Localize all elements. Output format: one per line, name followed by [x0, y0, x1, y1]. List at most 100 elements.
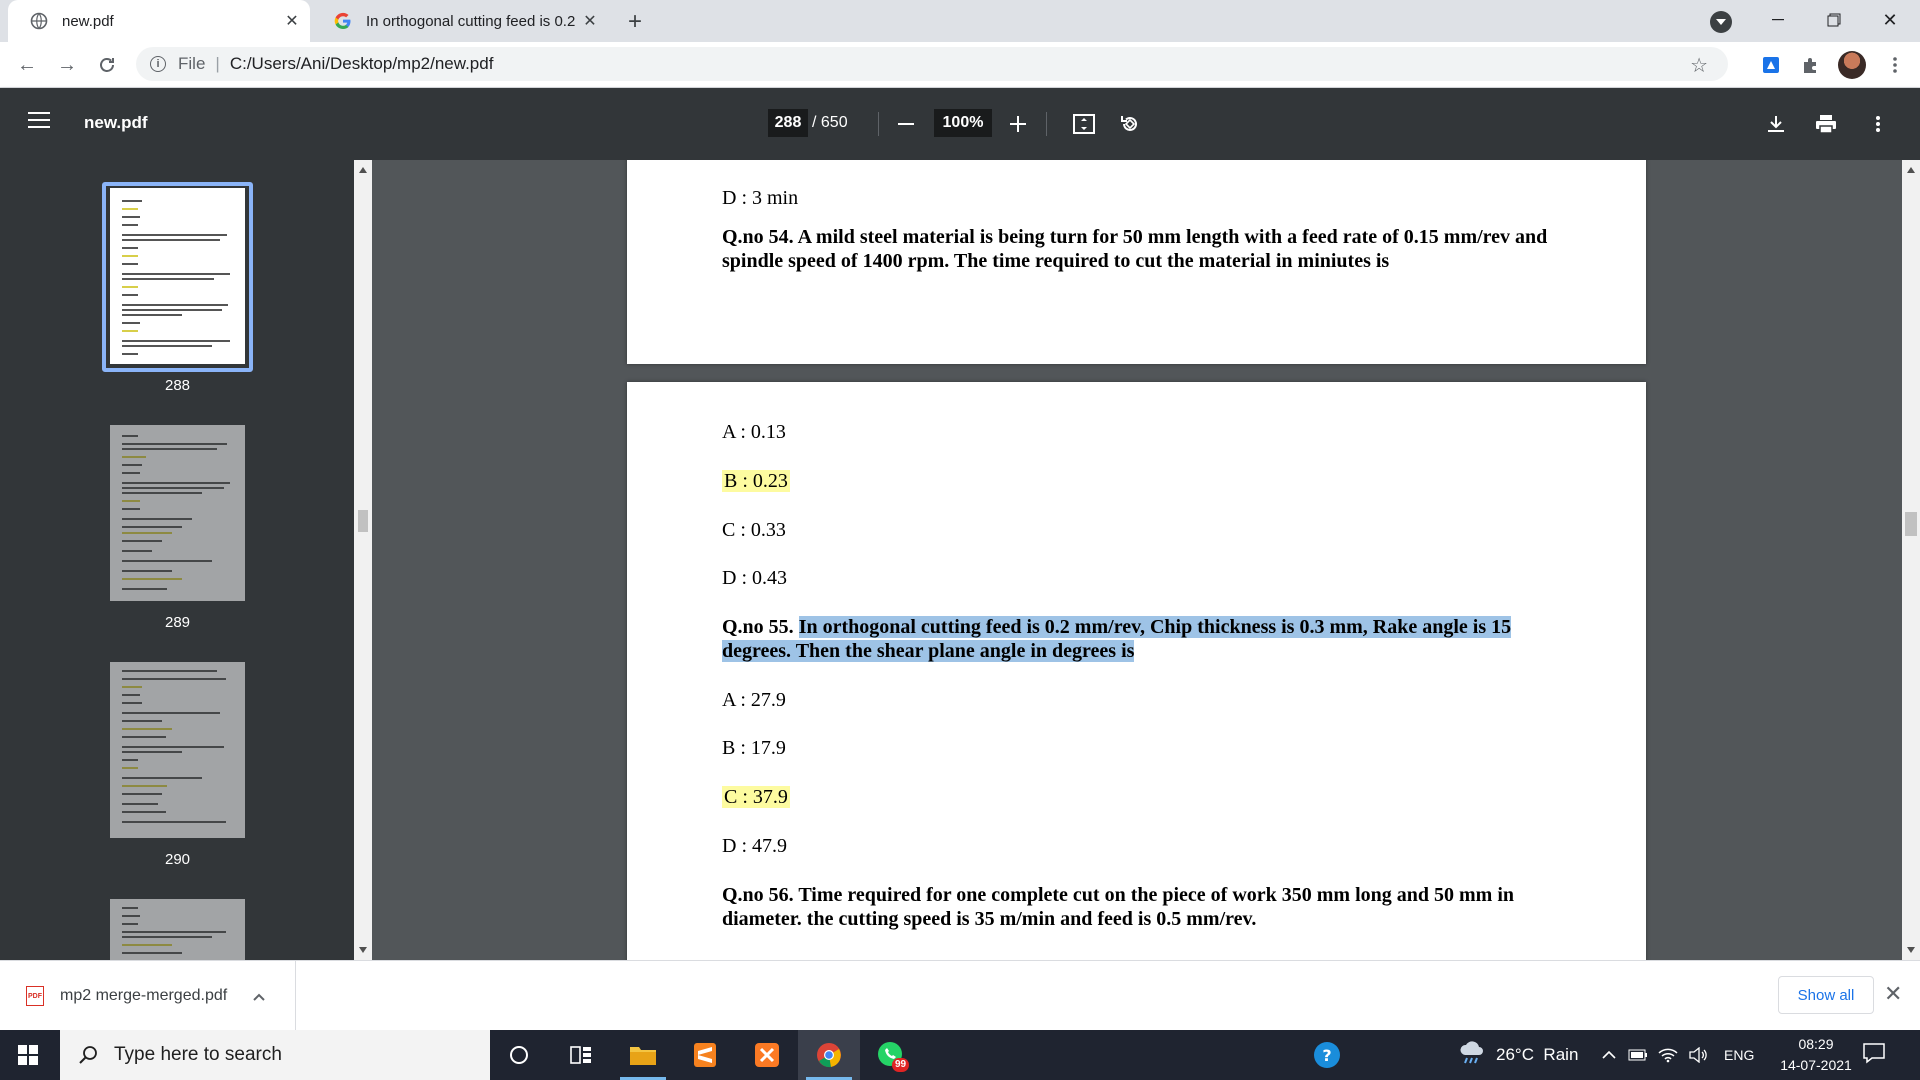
toolbar-divider — [878, 112, 879, 136]
search-placeholder: Type here to search — [114, 1044, 282, 1065]
question-text: Q.no 54. A mild steel material is being … — [722, 226, 1548, 272]
thumbnail-page-291[interactable] — [110, 899, 245, 960]
url-separator: | — [215, 54, 220, 73]
download-icon[interactable] — [1762, 110, 1790, 138]
pdf-document-viewer[interactable]: D : 3 min Q.no 54. A mild steel material… — [372, 160, 1902, 960]
scrollbar-thumb[interactable] — [1905, 512, 1917, 536]
sublime-text-icon[interactable] — [674, 1030, 736, 1080]
chrome-taskbar-icon[interactable] — [798, 1030, 860, 1080]
profile-avatar[interactable] — [1838, 51, 1866, 79]
option-text: A : 0.13 — [722, 421, 786, 443]
zoom-level-input[interactable]: 100% — [934, 109, 992, 137]
close-tab-icon[interactable]: ✕ — [580, 11, 600, 31]
taskbar-search-box[interactable]: Type here to search — [60, 1030, 490, 1080]
bookmark-star-icon[interactable]: ☆ — [1690, 53, 1708, 78]
chevron-up-icon[interactable] — [253, 988, 265, 1004]
thumbnail-label-288: 288 — [164, 377, 191, 394]
tab-title: new.pdf — [62, 12, 114, 30]
thumbnail-page-289[interactable] — [110, 425, 245, 601]
more-actions-icon[interactable] — [1864, 110, 1892, 138]
thumbnail-label-289: 289 — [164, 614, 191, 631]
document-title: new.pdf — [84, 113, 148, 132]
close-window-button[interactable]: ✕ — [1862, 0, 1918, 40]
scroll-down-arrow-icon[interactable] — [1907, 947, 1915, 953]
scroll-down-arrow-icon[interactable] — [359, 947, 367, 953]
cortana-icon[interactable] — [488, 1030, 550, 1080]
print-icon[interactable] — [1812, 110, 1840, 138]
option-text: D : 0.43 — [722, 567, 787, 589]
pdf-page: D : 3 min Q.no 54. A mild steel material… — [627, 160, 1646, 364]
windows-start-icon[interactable] — [18, 1045, 38, 1065]
svg-text:?: ? — [1322, 1046, 1331, 1065]
fit-to-page-icon[interactable] — [1070, 110, 1098, 138]
zoom-out-icon[interactable] — [892, 110, 920, 138]
help-icon[interactable]: ? — [1312, 1030, 1342, 1080]
notification-badge: 99 — [892, 1058, 910, 1072]
task-view-icon[interactable] — [550, 1030, 612, 1080]
page-total: / 650 — [812, 114, 848, 131]
rain-cloud-icon — [1458, 1040, 1486, 1070]
forward-arrow-icon[interactable]: → — [52, 50, 82, 80]
clock-date: 14-07-2021 — [1780, 1057, 1852, 1073]
selected-text[interactable]: In orthogonal cutting feed is 0.2 mm/rev… — [722, 616, 1512, 662]
scroll-up-arrow-icon[interactable] — [359, 167, 367, 173]
info-icon[interactable]: i — [150, 56, 166, 72]
weather-widget[interactable]: 26°C Rain — [1458, 1030, 1578, 1080]
extensions-puzzle-icon[interactable] — [1798, 52, 1824, 78]
zoom-in-icon[interactable] — [1004, 110, 1032, 138]
close-tab-icon[interactable]: ✕ — [282, 11, 302, 31]
page-number-input[interactable]: 288 — [768, 109, 808, 137]
rotate-icon[interactable] — [1116, 110, 1144, 138]
extension-drive-icon[interactable] — [1758, 52, 1784, 78]
thumbnail-sidebar: 288 289 290 — [0, 160, 354, 960]
toolbar-divider — [1046, 112, 1047, 136]
chrome-menu-icon[interactable] — [1882, 52, 1908, 78]
download-item[interactable]: PDF mp2 merge-merged.pdf — [0, 961, 296, 1031]
volume-icon[interactable] — [1688, 1030, 1708, 1080]
pdf-toolbar: new.pdf 288 / 650 100% — [0, 88, 1920, 160]
battery-icon[interactable] — [1628, 1030, 1648, 1080]
wifi-icon[interactable] — [1658, 1030, 1678, 1080]
restore-button[interactable] — [1806, 0, 1862, 40]
browser-tab-strip: new.pdf ✕ In orthogonal cutting feed is … — [0, 0, 1920, 42]
back-arrow-icon[interactable]: ← — [12, 50, 42, 80]
show-hidden-icons-chevron-icon[interactable] — [1602, 1030, 1616, 1080]
file-explorer-icon[interactable] — [612, 1030, 674, 1080]
sidebar-menu-icon[interactable] — [28, 112, 50, 130]
tab-title: In orthogonal cutting feed is 0.2 — [366, 12, 576, 30]
xampp-icon[interactable] — [736, 1030, 798, 1080]
pdf-file-icon: PDF — [26, 986, 44, 1006]
system-clock[interactable]: 08:29 14-07-2021 — [1766, 1034, 1866, 1076]
action-center-icon[interactable] — [1862, 1042, 1890, 1068]
thumbnail-label-290: 290 — [164, 851, 191, 868]
close-shelf-icon[interactable]: ✕ — [1884, 981, 1902, 1007]
scrollbar-thumb[interactable] — [358, 510, 368, 532]
download-file-name: mp2 merge-merged.pdf — [60, 987, 228, 1004]
show-all-button[interactable]: Show all — [1778, 976, 1874, 1014]
document-scrollbar[interactable] — [1902, 160, 1920, 960]
tab-search-dropdown-icon[interactable] — [1710, 11, 1732, 33]
option-text-highlighted: C : 37.9 — [722, 785, 790, 809]
weather-text: 26°C Rain — [1496, 1045, 1579, 1064]
highlighted-answer: C : 37.9 — [722, 786, 790, 808]
tab-new-pdf[interactable]: new.pdf ✕ — [8, 0, 310, 42]
sidebar-scrollbar[interactable] — [354, 160, 372, 960]
thumbnail-page-288[interactable] — [110, 188, 245, 364]
globe-icon — [30, 12, 48, 30]
reload-icon[interactable] — [92, 50, 122, 80]
scroll-up-arrow-icon[interactable] — [1907, 167, 1915, 173]
whatsapp-icon[interactable]: 99 — [860, 1030, 922, 1080]
new-tab-button[interactable]: + — [622, 8, 648, 35]
google-icon — [334, 12, 352, 30]
minimize-button[interactable] — [1750, 0, 1806, 40]
language-indicator[interactable]: ENG — [1724, 1030, 1754, 1080]
download-shelf: PDF mp2 merge-merged.pdf Show all ✕ — [0, 960, 1920, 1031]
thumbnail-page-290[interactable] — [110, 662, 245, 838]
search-icon — [76, 1043, 100, 1067]
address-bar[interactable]: i File | C:/Users/Ani/Desktop/mp2/new.pd… — [136, 47, 1728, 81]
windows-taskbar: Type here to search 99 ? 26°C Rain ENG 0… — [0, 1030, 1920, 1080]
url-scheme: File — [178, 54, 206, 73]
clock-time: 08:29 — [1798, 1036, 1834, 1052]
question-text: Q.no 56. Time required for one complete … — [722, 884, 1515, 930]
tab-search[interactable]: In orthogonal cutting feed is 0.2 ✕ — [312, 0, 608, 42]
